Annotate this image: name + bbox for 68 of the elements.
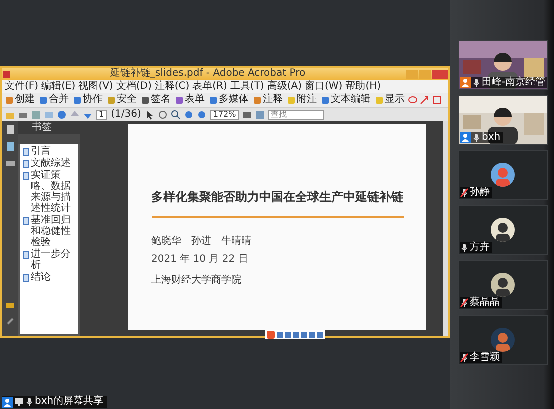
participant-tile[interactable]: bxh [458, 95, 548, 145]
toolbar-button[interactable]: 安全 [106, 94, 138, 106]
menu-item[interactable]: 表单(R) [192, 80, 228, 93]
toolbar-button[interactable]: 表单 [174, 94, 206, 106]
search-field[interactable]: 查找 [268, 110, 324, 120]
toolbar-button[interactable]: 协作 [72, 94, 104, 106]
bookmark-page-icon [23, 217, 29, 225]
menu-item[interactable]: 窗口(W) [305, 80, 343, 93]
toolbar-button[interactable]: 注释 [252, 94, 284, 106]
slide-date: 2021 年 10 月 22 日 [152, 253, 250, 267]
toolbar-button[interactable]: 合并 [38, 94, 70, 106]
participant-tile[interactable]: 蔡晶晶 [458, 260, 548, 310]
bookmark-item[interactable]: 实证策略、数据来源与描述性统计 [23, 170, 78, 214]
author-name: 牛晴晴 [222, 234, 252, 249]
menu-item[interactable]: 编辑(E) [42, 80, 76, 93]
participant-name: 孙静 [470, 187, 490, 198]
menu-item[interactable]: 文档(D) [116, 80, 152, 93]
participant-tile[interactable]: 方卉 [458, 205, 548, 255]
toolbar-button[interactable]: 文本编辑 [320, 94, 372, 106]
bookmark-item[interactable]: 结论 [23, 272, 78, 283]
close-button[interactable] [432, 70, 448, 78]
participant-name: 蔡晶晶 [470, 297, 500, 308]
select-tool-icon[interactable] [145, 110, 156, 120]
participant-name: 方卉 [470, 242, 490, 253]
menu-item[interactable]: 视图(V) [78, 80, 114, 93]
zoom-field[interactable]: 172% [210, 110, 240, 120]
scrollbar[interactable] [443, 121, 448, 336]
participant-name: bxh [482, 132, 501, 143]
page-field[interactable]: 1 [96, 110, 108, 120]
slide-title: 多样化集聚能否助力中国在全球生产中延链补链 [152, 189, 404, 206]
menu-item[interactable]: 高级(A) [267, 80, 302, 93]
toolbar-button[interactable]: 签名 [140, 94, 172, 106]
toolbar-button[interactable]: 创建 [4, 94, 36, 106]
bookmark-item[interactable]: 引言 [23, 146, 78, 157]
toolbar-button[interactable]: 附注 [286, 94, 318, 106]
participant-name: 田峰-南京经管 [482, 77, 546, 88]
bookmark-page-icon [23, 274, 29, 282]
bookmark-item[interactable]: 基准回归和稳健性检验 [23, 215, 78, 248]
user-badge-icon [2, 396, 13, 408]
menu-item[interactable]: 工具(T) [230, 80, 264, 93]
menu-item[interactable]: 文件(F) [5, 80, 39, 93]
window-title: 延链补链_slides.pdf - Adobe Acrobat Pro [109, 68, 307, 80]
shape-tool-icon[interactable] [408, 95, 418, 105]
institution-name: 上海财经大学商学院 [152, 274, 242, 288]
menu-item[interactable]: 帮助(H) [346, 80, 382, 93]
author-name: 鲍晓华 [152, 234, 182, 249]
participant-tile[interactable]: 田峰-南京经管 [458, 40, 548, 90]
bookmark-page-icon [23, 251, 29, 259]
ime-logo-icon[interactable] [267, 330, 275, 338]
panel-title: 书签 [32, 122, 52, 133]
page-count: (1/36) [110, 108, 142, 120]
arrow-tool-icon[interactable] [420, 95, 430, 105]
toolbar-button[interactable]: 多媒体 [208, 94, 250, 106]
bookmark-item[interactable]: 进一步分析 [23, 249, 78, 271]
participant-tile[interactable]: 孙静 [458, 150, 548, 200]
app-icon [2, 70, 11, 78]
zoom-tool-icon[interactable] [171, 110, 182, 120]
pages-icon[interactable] [4, 124, 16, 135]
screen-share-icon [14, 397, 24, 407]
mic-icon [25, 397, 34, 407]
toolbar-button[interactable]: 显示 [374, 94, 406, 106]
participant-tile[interactable]: 李雪颖 [458, 315, 548, 365]
rectangle-tool-icon[interactable] [432, 95, 442, 105]
author-name: 孙进 [192, 234, 212, 249]
menu-item[interactable]: 注释(C) [154, 80, 190, 93]
bookmark-item[interactable]: 文献综述 [23, 158, 78, 169]
participant-name: 李雪颖 [470, 352, 500, 363]
screen-share-label: bxh的屏幕共享 [35, 396, 104, 408]
